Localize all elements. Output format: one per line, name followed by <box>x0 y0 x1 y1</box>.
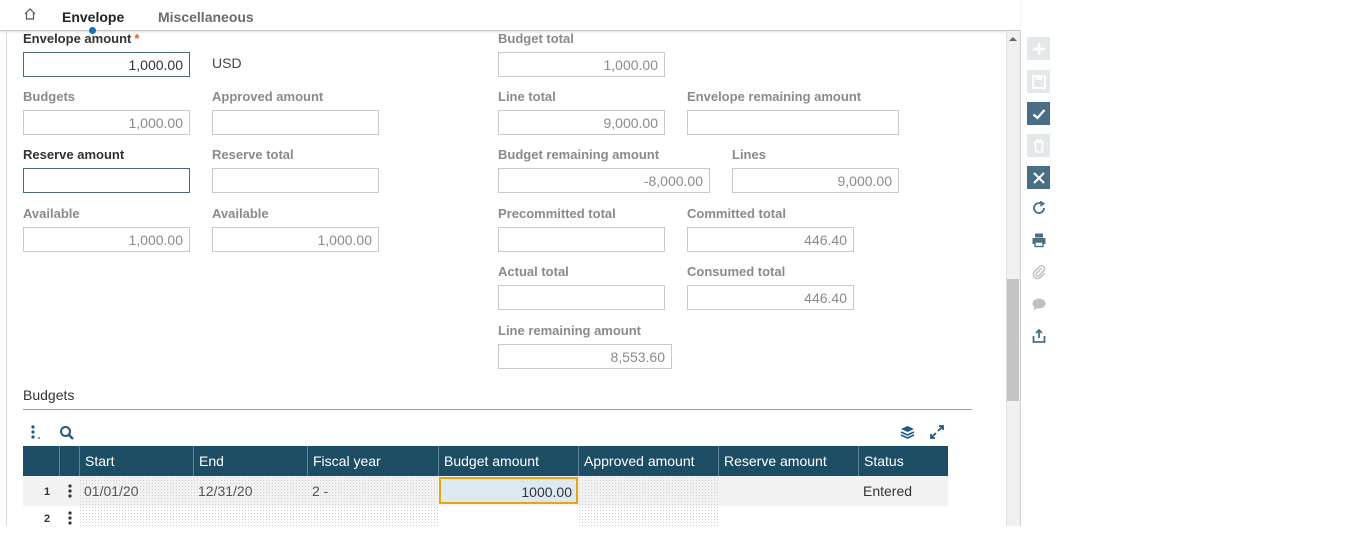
actual-total-field <box>498 285 665 310</box>
currency-label: USD <box>212 55 242 71</box>
budget-total-field: 1,000.00 <box>498 52 665 77</box>
budget-remaining-amount-field: -8,000.00 <box>498 168 710 193</box>
available-field-1: 1,000.00 <box>23 227 190 252</box>
delete-button[interactable] <box>1027 134 1050 157</box>
cell-reserve-amount[interactable] <box>718 476 858 506</box>
budgets-section-title: Budgets <box>23 387 75 403</box>
grid-header-spacer <box>59 446 79 476</box>
envelope-remaining-amount-field <box>687 110 899 135</box>
column-header-budget-amount[interactable]: Budget amount <box>438 446 578 476</box>
consumed-total-label: Consumed total <box>687 264 786 279</box>
column-header-status[interactable]: Status <box>858 446 948 476</box>
available-field-2: 1,000.00 <box>212 227 379 252</box>
check-icon <box>1032 108 1045 120</box>
cell-empty[interactable] <box>578 506 718 526</box>
tab-miscellaneous[interactable]: Miscellaneous <box>158 9 254 25</box>
envelope-amount-label: Envelope amount * <box>23 31 140 46</box>
close-icon <box>1032 171 1045 184</box>
attach-button[interactable] <box>1027 260 1050 283</box>
approved-amount-field <box>212 110 379 135</box>
refresh-button[interactable] <box>1027 196 1050 219</box>
line-total-label: Line total <box>498 89 556 104</box>
cell-empty[interactable] <box>79 506 438 526</box>
search-icon[interactable] <box>59 425 75 441</box>
row-number: 1 <box>44 486 51 498</box>
share-icon <box>1032 328 1045 343</box>
cell-budget-amount[interactable]: 1000.00 <box>439 477 578 504</box>
cell-fiscal-year[interactable]: 2 - <box>307 476 438 506</box>
cell-approved-amount[interactable] <box>578 476 718 506</box>
paperclip-icon <box>1032 264 1045 279</box>
cell-status[interactable]: Entered <box>858 476 948 506</box>
tab-bar: Envelope Miscellaneous <box>0 0 1020 34</box>
reserve-amount-field[interactable] <box>23 168 190 193</box>
committed-total-label: Committed total <box>687 206 786 221</box>
budgets-grid-header: Start End Fiscal year Budget amount Appr… <box>23 446 948 476</box>
refresh-icon <box>1032 200 1045 214</box>
precommitted-total-label: Precommitted total <box>498 206 616 221</box>
home-icon[interactable] <box>23 7 37 21</box>
column-header-reserve-amount[interactable]: Reserve amount <box>718 446 858 476</box>
print-button[interactable] <box>1027 228 1050 251</box>
lines-field: 9,000.00 <box>732 168 899 193</box>
envelope-amount-field[interactable]: 1,000.00 <box>23 52 190 77</box>
committed-total-field: 446.40 <box>687 227 854 252</box>
cell-start[interactable]: 01/01/20 <box>79 476 193 506</box>
toolbar-divider <box>1020 31 1021 526</box>
available-label-1: Available <box>23 206 80 221</box>
save-button[interactable] <box>1027 70 1050 93</box>
validate-button[interactable] <box>1027 102 1050 125</box>
consumed-total-field: 446.40 <box>687 285 854 310</box>
add-button[interactable] <box>1027 37 1050 60</box>
expand-icon[interactable] <box>929 424 945 440</box>
line-remaining-amount-field: 8,553.60 <box>498 344 672 369</box>
budgets-field: 1,000.00 <box>23 110 190 135</box>
line-remaining-amount-label: Line remaining amount <box>498 323 642 338</box>
share-button[interactable] <box>1027 324 1050 347</box>
actual-total-label: Actual total <box>498 264 569 279</box>
more-vertical-icon[interactable] <box>29 424 41 440</box>
column-header-start[interactable]: Start <box>79 446 193 476</box>
save-icon <box>1031 74 1046 89</box>
plus-icon <box>1032 42 1045 55</box>
cell-end[interactable]: 12/31/20 <box>193 476 307 506</box>
approved-amount-label: Approved amount <box>212 89 324 104</box>
lines-label: Lines <box>732 147 766 162</box>
scroll-up-icon[interactable] <box>1008 35 1018 43</box>
column-header-end[interactable]: End <box>193 446 307 476</box>
budget-total-label: Budget total <box>498 31 574 46</box>
budgets-label: Budgets <box>23 89 75 104</box>
layers-icon[interactable] <box>899 424 916 440</box>
trash-icon <box>1033 138 1044 153</box>
row-number: 2 <box>44 513 51 525</box>
precommitted-total-field <box>498 227 665 252</box>
budget-remaining-amount-label: Budget remaining amount <box>498 147 660 162</box>
column-header-fiscal-year[interactable]: Fiscal year <box>307 446 438 476</box>
tab-envelope[interactable]: Envelope <box>62 9 124 25</box>
close-button[interactable] <box>1027 166 1050 189</box>
envelope-remaining-amount-label: Envelope remaining amount <box>687 89 862 104</box>
reserve-total-field <box>212 168 379 193</box>
column-header-approved-amount[interactable]: Approved amount <box>578 446 718 476</box>
scrollbar-thumb[interactable] <box>1007 279 1019 401</box>
print-icon <box>1032 233 1045 247</box>
line-total-field: 9,000.00 <box>498 110 665 135</box>
comment-icon <box>1032 298 1045 310</box>
available-label-2: Available <box>212 206 269 221</box>
comment-button[interactable] <box>1027 292 1050 315</box>
row-menu-icon[interactable] <box>66 483 74 499</box>
reserve-total-label: Reserve total <box>212 147 294 162</box>
reserve-amount-label: Reserve amount <box>23 147 125 162</box>
section-divider <box>23 409 972 410</box>
row-menu-icon[interactable] <box>66 510 74 526</box>
